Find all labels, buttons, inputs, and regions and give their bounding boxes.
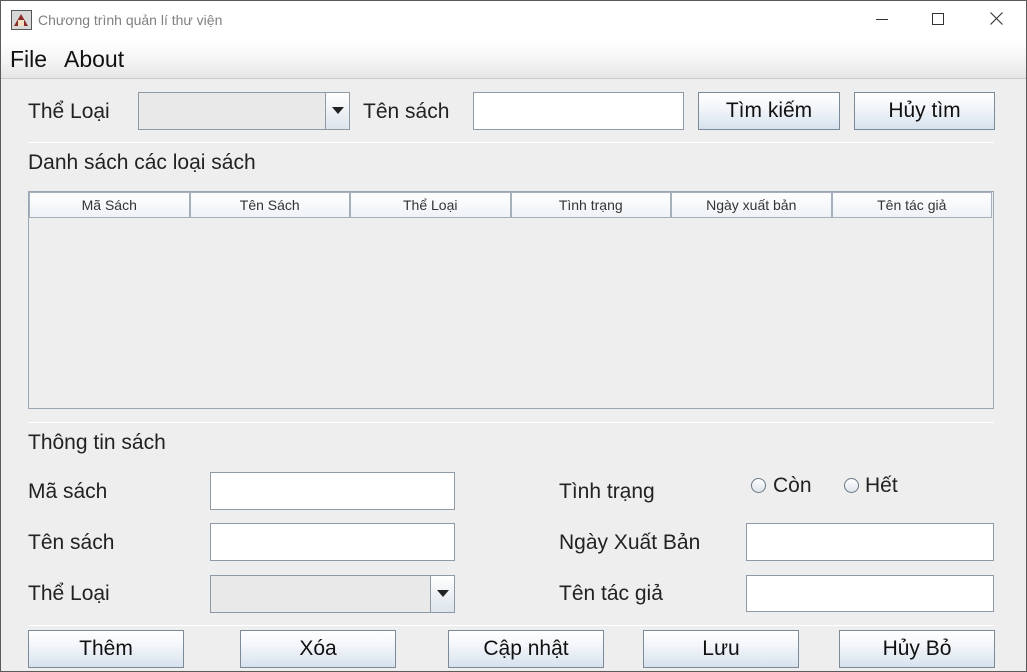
status-unavailable-label[interactable]: Hết (865, 474, 898, 498)
chevron-down-icon (331, 102, 344, 120)
separator (28, 625, 994, 626)
book-name-label: Tên sách (28, 531, 115, 554)
close-button[interactable] (967, 1, 1025, 40)
maximize-button[interactable] (909, 1, 967, 40)
column-header[interactable]: Tên tác giả (831, 192, 992, 218)
publish-date-label: Ngày Xuất Bản (559, 531, 701, 554)
book-id-label: Mã sách (28, 480, 108, 503)
author-label: Tên tác giả (559, 582, 663, 605)
add-button[interactable]: Thêm (28, 630, 184, 668)
details-title: Thông tin sách (28, 431, 166, 454)
window-title: Chương trình quản lí thư viện (38, 12, 223, 28)
column-header[interactable]: Ngày xuất bản (671, 192, 832, 218)
search-category-dropdown-button[interactable] (325, 93, 349, 129)
status-unavailable-radio[interactable] (844, 478, 859, 493)
chevron-down-icon (436, 585, 449, 603)
list-title: Danh sách các loại sách (28, 151, 256, 174)
separator (28, 142, 994, 143)
update-button[interactable]: Cập nhật (448, 630, 604, 668)
column-header[interactable]: Tình trạng (510, 192, 671, 218)
table-header: Mã Sách Tên Sách Thể Loại Tình trạng Ngà… (29, 192, 992, 218)
minimize-icon (876, 12, 888, 30)
delete-button[interactable]: Xóa (240, 630, 396, 668)
search-button[interactable]: Tìm kiếm (698, 92, 840, 130)
menu-about[interactable]: About (64, 46, 124, 73)
close-icon (989, 11, 1003, 30)
book-category-label: Thể Loại (28, 582, 110, 605)
status-available-label[interactable]: Còn (773, 474, 812, 498)
search-category-label: Thể Loại (28, 100, 110, 123)
app-icon (11, 10, 32, 30)
book-name-input[interactable] (210, 523, 455, 561)
book-category-combo[interactable] (210, 575, 455, 613)
menu-file[interactable]: File (10, 46, 47, 73)
column-header[interactable]: Mã Sách (29, 192, 190, 218)
author-input[interactable] (746, 575, 994, 612)
minimize-button[interactable] (853, 1, 911, 40)
cancel-button[interactable]: Hủy Bỏ (839, 630, 995, 668)
status-available-radio[interactable] (751, 478, 766, 493)
book-id-input[interactable] (210, 472, 455, 510)
publish-date-input[interactable] (746, 523, 994, 561)
column-header[interactable]: Thể Loại (350, 192, 511, 218)
column-header[interactable]: Tên Sách (189, 192, 350, 218)
search-name-label: Tên sách (363, 100, 450, 123)
status-label: Tình trạng (559, 480, 655, 503)
app-window: Chương trình quản lí thư viện File About… (0, 0, 1027, 672)
books-table[interactable]: Mã Sách Tên Sách Thể Loại Tình trạng Ngà… (28, 191, 994, 409)
menu-bar: File About (1, 40, 1026, 79)
save-button[interactable]: Lưu (643, 630, 799, 668)
maximize-icon (932, 12, 944, 30)
book-category-dropdown-button[interactable] (430, 576, 454, 612)
cancel-search-button[interactable]: Hủy tìm (854, 92, 995, 130)
search-category-combo[interactable] (138, 92, 350, 130)
search-name-input[interactable] (473, 92, 684, 130)
title-bar: Chương trình quản lí thư viện (1, 1, 1026, 40)
separator (28, 422, 994, 423)
